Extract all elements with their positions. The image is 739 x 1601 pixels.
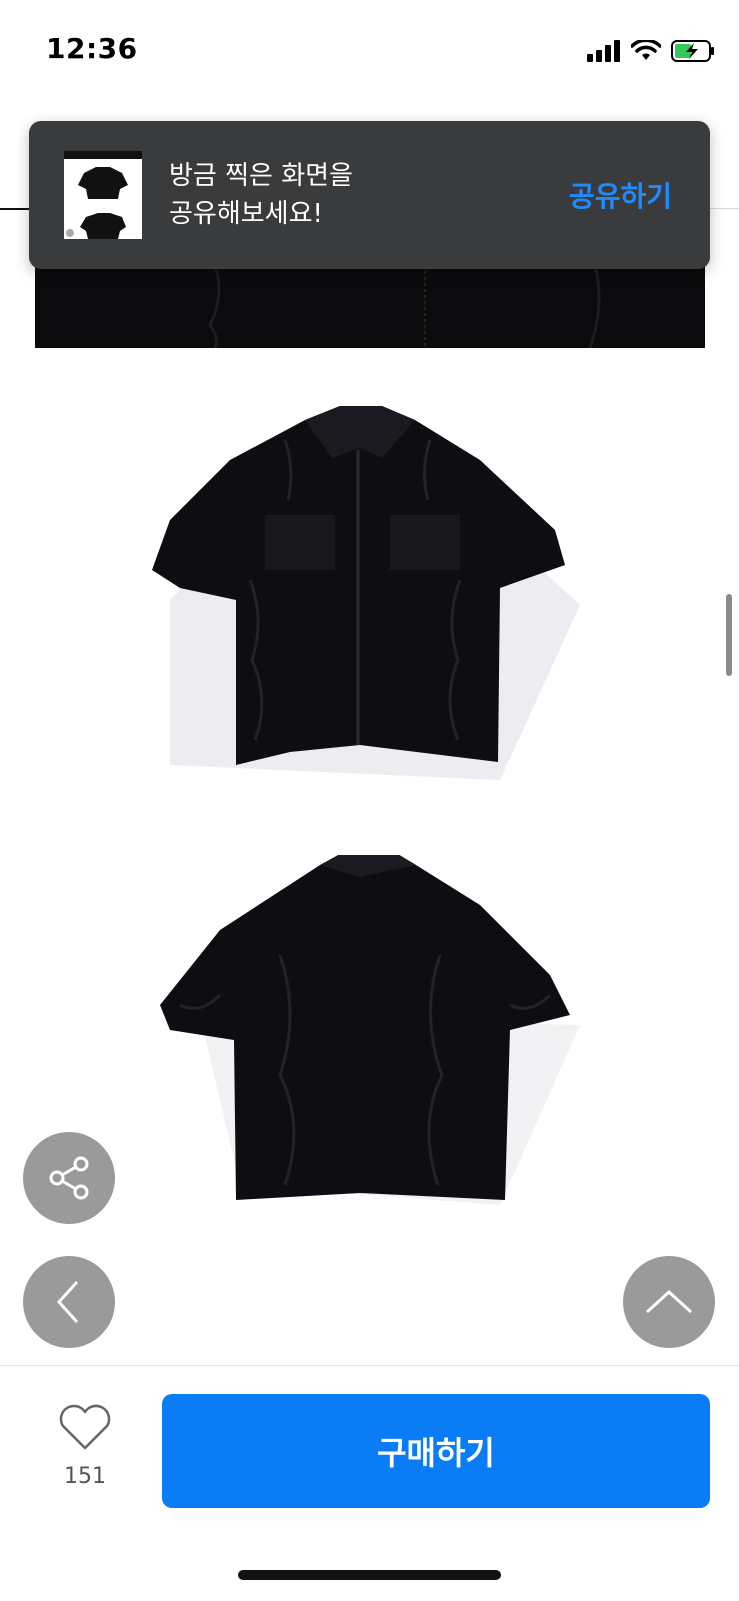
- scroll-indicator[interactable]: [726, 594, 732, 676]
- toast-share-button[interactable]: 공유하기: [569, 175, 672, 215]
- screenshot-thumbnail[interactable]: [64, 151, 142, 239]
- home-indicator[interactable]: [238, 1570, 501, 1580]
- share-icon: [49, 1156, 89, 1200]
- chevron-left-icon: [56, 1280, 79, 1324]
- cellular-signal-icon: [587, 40, 620, 62]
- scroll-to-top-button[interactable]: [623, 1256, 715, 1348]
- buy-button[interactable]: 구매하기: [162, 1394, 710, 1508]
- battery-charging-icon: [671, 40, 714, 62]
- toast-message-line1: 방금 찍은 화면을: [169, 161, 353, 191]
- heart-icon: [59, 1404, 111, 1450]
- floating-share-button[interactable]: [23, 1132, 115, 1224]
- like-count: 151: [64, 1464, 106, 1489]
- toast-message: 방금 찍은 화면을 공유해보세요!: [169, 157, 353, 233]
- status-time: 12:36: [46, 32, 138, 65]
- like-button[interactable]: 151: [50, 1404, 120, 1489]
- toast-message-line2: 공유해보세요!: [169, 199, 323, 229]
- screenshot-share-toast: 방금 찍은 화면을 공유해보세요! 공유하기: [29, 121, 710, 269]
- wifi-icon: [631, 40, 661, 60]
- chevron-up-icon: [645, 1289, 693, 1314]
- status-bar: 12:36: [0, 0, 739, 110]
- previous-product-image: [35, 265, 705, 348]
- bottom-action-bar: 151 구매하기: [0, 1365, 739, 1601]
- jacket-front-image: [60, 400, 680, 810]
- status-icons: [587, 40, 715, 62]
- floating-back-button[interactable]: [23, 1256, 115, 1348]
- jacket-back-image: [60, 853, 680, 1245]
